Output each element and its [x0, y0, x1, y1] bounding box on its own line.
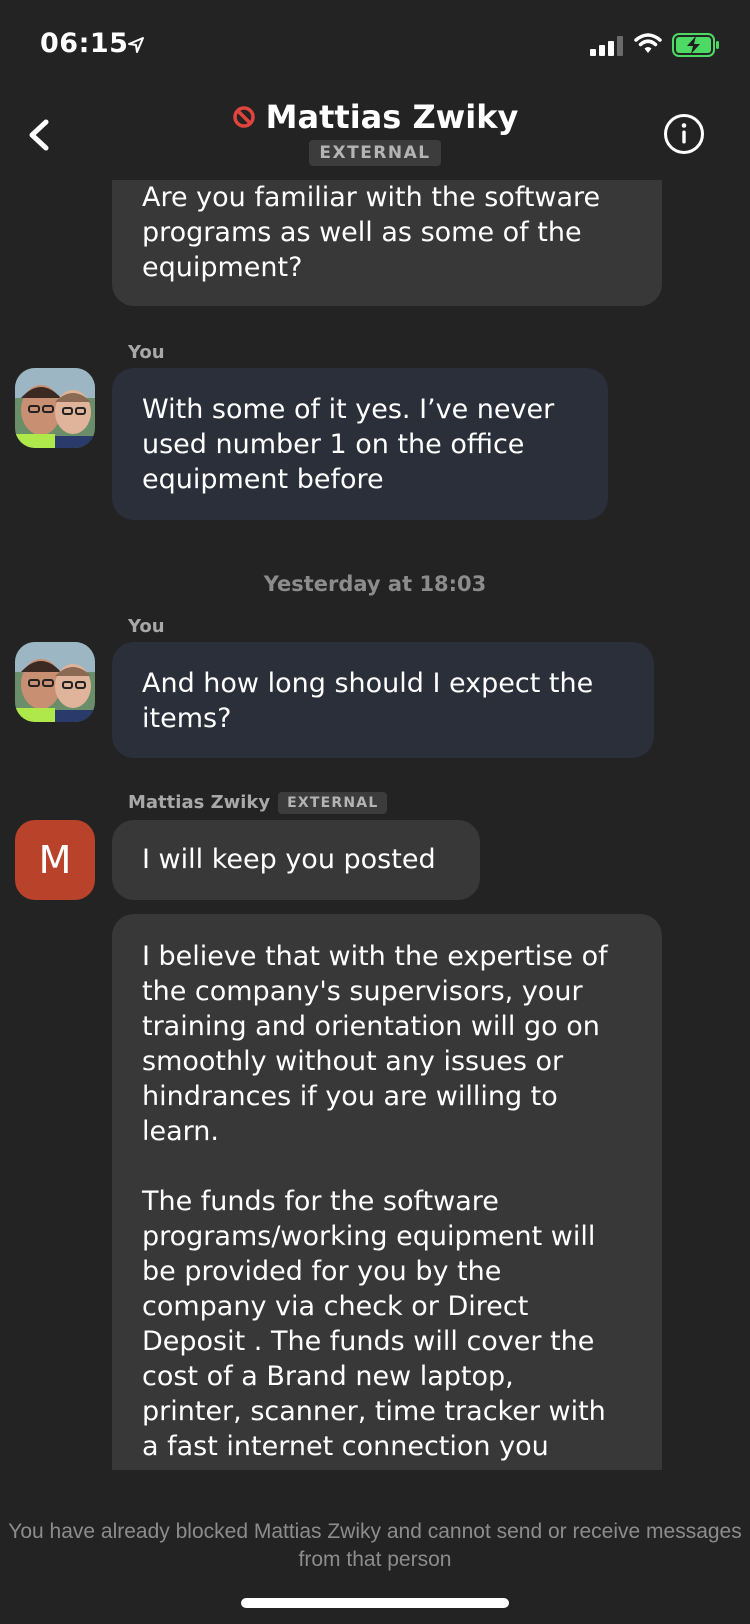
message-bubble-incoming[interactable]: I believe that with the expertise of the…	[112, 914, 662, 1470]
contact-avatar[interactable]: M	[15, 820, 95, 900]
status-time: 06:15	[40, 28, 129, 59]
message-text: With some of it yes. I’ve never used num…	[142, 394, 555, 495]
wifi-icon	[634, 33, 662, 53]
message-text: Are you familiar with the software progr…	[142, 182, 601, 283]
user-avatar[interactable]	[15, 642, 95, 722]
signal-icon	[590, 36, 623, 56]
external-badge: EXTERNAL	[278, 792, 388, 814]
sender-label: You	[128, 616, 165, 637]
sender-label: You	[128, 342, 165, 363]
sender-label-row: Mattias Zwiky EXTERNAL	[128, 792, 388, 814]
blocked-notice: You have already blocked Mattias Zwiky a…	[8, 1520, 742, 1571]
contact-name[interactable]: Mattias Zwiky	[266, 98, 519, 136]
avatar-letter: M	[38, 838, 72, 882]
message-text: I will keep you posted	[142, 844, 436, 875]
message-text: I believe that with the expertise of the…	[142, 941, 608, 1462]
user-avatar[interactable]	[15, 368, 95, 448]
message-bubble-outgoing[interactable]: And how long should I expect the items?	[112, 642, 654, 758]
external-badge: EXTERNAL	[309, 140, 441, 166]
conversation-title: Mattias Zwiky EXTERNAL	[0, 98, 750, 166]
message-text: And how long should I expect the items?	[142, 668, 594, 734]
home-indicator[interactable]	[241, 1598, 509, 1608]
timestamp-divider: Yesterday at 18:03	[263, 572, 487, 596]
battery-charging-icon	[672, 33, 719, 57]
location-arrow-icon	[128, 37, 144, 53]
info-circle-icon[interactable]	[662, 112, 706, 156]
nav-bar: Mattias Zwiky EXTERNAL	[0, 90, 750, 180]
message-bubble-outgoing[interactable]: With some of it yes. I’ve never used num…	[112, 368, 608, 520]
sender-name: Mattias Zwiky	[128, 792, 271, 813]
status-bar: 06:15	[0, 0, 750, 90]
message-bubble-incoming[interactable]: I will keep you posted	[112, 820, 480, 900]
blocked-icon	[232, 106, 255, 128]
